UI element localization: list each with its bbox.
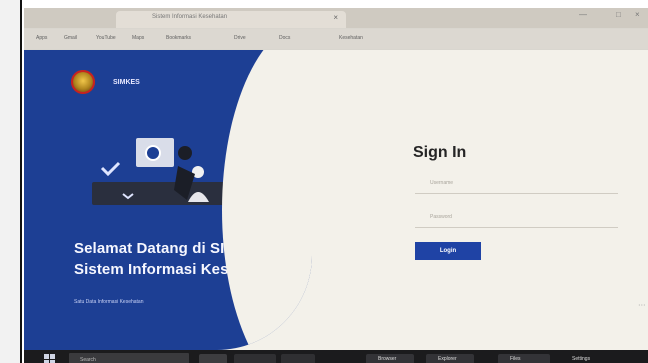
bookmark-item[interactable]: Kesehatan bbox=[339, 35, 363, 41]
bookmark-item[interactable]: Bookmarks bbox=[166, 35, 191, 41]
username-placeholder: Username bbox=[430, 180, 454, 186]
maximize-icon[interactable]: □ bbox=[616, 10, 621, 19]
browser-chrome: Sistem Informasi Kesehatan × — □ × Apps … bbox=[24, 8, 648, 50]
taskbar-app[interactable] bbox=[234, 354, 276, 363]
close-icon[interactable]: × bbox=[333, 13, 338, 22]
taskbar-app[interactable] bbox=[498, 354, 550, 363]
browser-tab[interactable]: Sistem Informasi Kesehatan × bbox=[116, 11, 346, 28]
bookmark-item[interactable]: YouTube bbox=[96, 35, 116, 41]
welcome-title: Selamat Datang di SIMKES, Sistem Informa… bbox=[74, 238, 312, 280]
password-field[interactable]: Password bbox=[415, 210, 618, 228]
desk bbox=[92, 182, 234, 205]
bookmark-item[interactable]: Apps bbox=[36, 35, 47, 41]
taskbar-app[interactable] bbox=[281, 354, 315, 363]
bookmarks-bar: Apps Gmail YouTube Maps Bookmarks Drive … bbox=[24, 29, 648, 49]
login-button[interactable]: Login bbox=[415, 242, 481, 260]
bookmark-item[interactable]: Maps bbox=[132, 35, 144, 41]
bookmark-item[interactable]: Drive bbox=[234, 35, 246, 41]
taskbar-app[interactable] bbox=[199, 354, 227, 363]
illustration bbox=[92, 138, 234, 205]
window-close-icon[interactable]: × bbox=[635, 10, 640, 19]
bookmark-item[interactable]: Docs bbox=[279, 35, 290, 41]
footer-dots: • • • bbox=[638, 302, 645, 307]
username-field[interactable]: Username bbox=[415, 176, 618, 194]
password-placeholder: Password bbox=[430, 214, 452, 220]
taskbar-label: Explorer bbox=[438, 356, 457, 362]
sign-in-title: Sign In bbox=[413, 144, 467, 161]
gear-icon bbox=[145, 145, 161, 161]
tab-bar: Sistem Informasi Kesehatan × — □ × bbox=[24, 8, 648, 28]
photo-frame: Sistem Informasi Kesehatan × — □ × Apps … bbox=[0, 0, 648, 363]
app-name: SIMKES bbox=[113, 79, 140, 86]
windows-start-icon[interactable] bbox=[44, 354, 55, 363]
welcome-subtitle: Satu Data Informasi Kesehatan bbox=[74, 299, 144, 305]
app-logo bbox=[71, 70, 95, 94]
welcome-line-1: Selamat Datang di SIMKES, bbox=[74, 240, 273, 257]
screen: Sistem Informasi Kesehatan × — □ × Apps … bbox=[24, 8, 648, 363]
welcome-line-2: Sistem Informasi Kesehatan bbox=[74, 261, 278, 278]
taskbar-search[interactable]: Search bbox=[69, 353, 189, 363]
taskbar: Search Browser Explorer Files Settings bbox=[24, 350, 648, 363]
left-bezel bbox=[0, 0, 22, 363]
taskbar-label: Files bbox=[510, 356, 521, 362]
taskbar-label: Settings bbox=[572, 356, 591, 362]
check-icon bbox=[100, 161, 121, 177]
welcome-panel: SIMKES Selamat Datang di SIMKES, Sistem … bbox=[24, 50, 312, 350]
taskbar-label: Browser bbox=[378, 356, 397, 362]
tab-title: Sistem Informasi Kesehatan bbox=[152, 14, 228, 20]
search-placeholder: Search bbox=[80, 357, 96, 363]
bookmark-item[interactable]: Gmail bbox=[64, 35, 77, 41]
minimize-icon[interactable]: — bbox=[579, 10, 587, 19]
character-head bbox=[178, 146, 192, 160]
page-content: SIMKES Selamat Datang di SIMKES, Sistem … bbox=[24, 50, 648, 350]
